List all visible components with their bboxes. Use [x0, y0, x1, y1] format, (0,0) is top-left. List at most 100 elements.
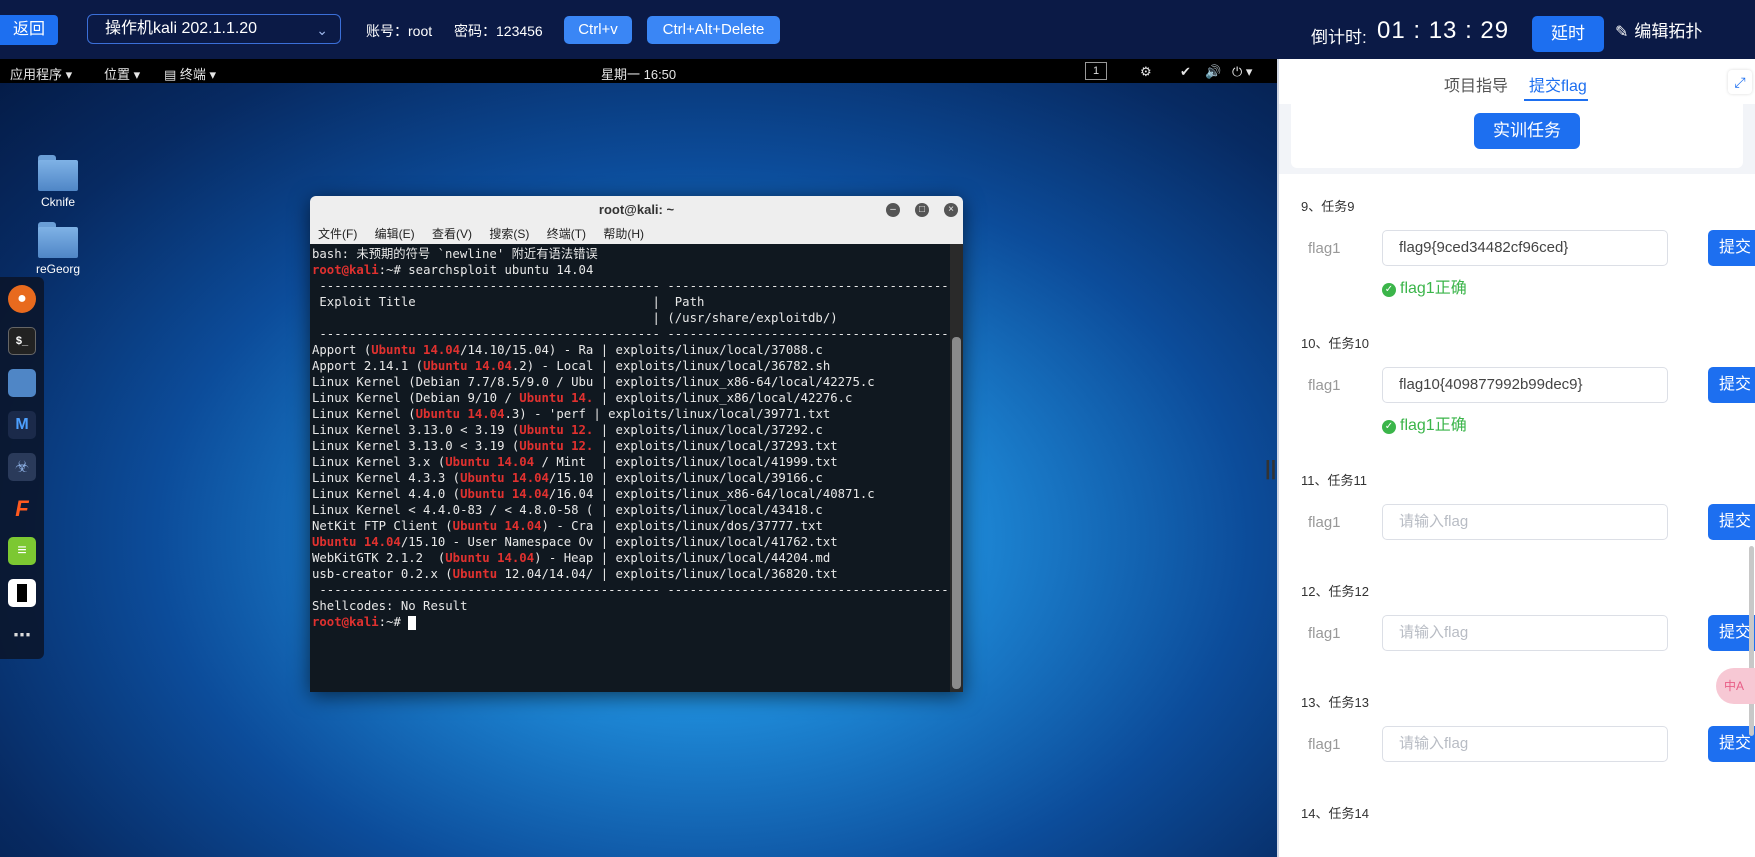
- exploit-row: WebKitGTK 2.1.2 (Ubuntu 14.04) - Heap | …: [312, 551, 831, 565]
- delay-button[interactable]: 延时: [1532, 16, 1604, 52]
- dock: ● $_ M ☣ F ≡ ⋯: [0, 277, 44, 659]
- terminal-menubar: 文件(F) 编辑(E) 查看(V) 搜索(S) 终端(T) 帮助(H): [310, 224, 963, 244]
- back-button[interactable]: 返回: [0, 15, 58, 45]
- submit-button[interactable]: 提交: [1708, 615, 1755, 651]
- flag-label: flag1: [1308, 625, 1341, 642]
- terminal-icon: ▤: [164, 67, 177, 82]
- menu-edit[interactable]: 编辑(E): [375, 227, 415, 241]
- flag-input[interactable]: flag9{9ced34482cf96ced}: [1382, 230, 1668, 266]
- submit-button[interactable]: 提交: [1708, 230, 1755, 266]
- terminal-menu[interactable]: ▤ 终端 ▾: [164, 64, 216, 83]
- flag-label: flag1: [1308, 736, 1341, 753]
- desktop-icon-label: Cknife: [40, 195, 75, 209]
- desktop-icon-cknife[interactable]: Cknife: [28, 155, 88, 209]
- flag-input[interactable]: 请输入flag: [1382, 726, 1668, 762]
- exploit-row: Apport 2.14.1 (Ubuntu 14.04.2) - Local |…: [312, 359, 831, 373]
- terminal-line: Exploit Title | Path: [312, 295, 705, 309]
- terminal-line: ----------------------------------------…: [312, 327, 950, 341]
- terminal-line: bash: 未预期的符号 `newline' 附近有语法错误: [312, 247, 598, 261]
- terminal-output[interactable]: bash: 未预期的符号 `newline' 附近有语法错误 root@kali…: [310, 244, 950, 692]
- submit-button[interactable]: 提交: [1708, 367, 1755, 403]
- kali-top-panel: 应用程序 ▾ 位置 ▾ ▤ 终端 ▾ 星期一 16:50 1 ⚙ ✔ 🔊 ⏻ ▾: [0, 59, 1277, 83]
- desktop-icon-regeorg[interactable]: reGeorg: [28, 222, 88, 276]
- faraday-icon[interactable]: F: [8, 495, 36, 523]
- pencil-icon: ✎: [1615, 24, 1629, 41]
- workspace-indicator[interactable]: 1: [1085, 62, 1107, 80]
- terminal-window[interactable]: root@kali: ~ – □ × 文件(F) 编辑(E) 查看(V) 搜索(…: [310, 196, 963, 692]
- flag-input[interactable]: 请输入flag: [1382, 504, 1668, 540]
- ctrl-v-button[interactable]: Ctrl+v: [564, 16, 632, 44]
- flag-input[interactable]: 请输入flag: [1382, 615, 1668, 651]
- terminal-line: ----------------------------------------…: [312, 279, 950, 293]
- exploit-row: Linux Kernel 3.13.0 < 3.19 (Ubuntu 12. |…: [312, 439, 838, 453]
- terminal-line: Shellcodes: No Result: [312, 599, 468, 613]
- chevron-down-icon: ⌄: [316, 22, 328, 38]
- password-info: 密码：123456: [454, 23, 543, 39]
- show-apps-icon[interactable]: ⋯: [8, 621, 36, 649]
- exploit-row: Linux Kernel 3.13.0 < 3.19 (Ubuntu 12. |…: [312, 423, 823, 437]
- ctrl-alt-delete-button[interactable]: Ctrl+Alt+Delete: [647, 16, 780, 44]
- check-circle-icon: ✓: [1382, 283, 1396, 297]
- right-panel: 项目指导 提交flag ⤢ 实训任务 9、任务9 flag1 flag9{9ce…: [1279, 59, 1755, 857]
- fullscreen-icon[interactable]: ⤢: [1728, 70, 1752, 94]
- panel-scrollbar[interactable]: [1749, 546, 1754, 736]
- task-title: 10、任务10: [1301, 336, 1369, 351]
- notes-icon[interactable]: ≡: [8, 537, 36, 565]
- terminal-scrollbar[interactable]: [950, 244, 963, 692]
- translate-badge[interactable]: 中A: [1716, 668, 1755, 704]
- vm-select[interactable]: 操作机kali 202.1.1.20 ⌄: [87, 14, 341, 44]
- exploit-row: Linux Kernel (Ubuntu 14.04.3) - 'perf | …: [312, 407, 831, 421]
- countdown-label: 倒计时:: [1311, 28, 1367, 47]
- menu-view[interactable]: 查看(V): [432, 227, 472, 241]
- flag-input[interactable]: flag10{409877992b99dec9}: [1382, 367, 1668, 403]
- terminal-app-icon[interactable]: $_: [8, 327, 36, 355]
- check-circle-icon: ✓: [1382, 420, 1396, 434]
- submit-button[interactable]: 提交: [1708, 726, 1755, 762]
- terminal-title: root@kali: ~: [598, 202, 675, 217]
- resize-handle-icon[interactable]: ||: [1265, 458, 1276, 481]
- exploit-row: Linux Kernel (Debian 7.7/8.5/9.0 / Ubu |…: [312, 375, 875, 389]
- menu-search[interactable]: 搜索(S): [489, 227, 529, 241]
- armitage-icon[interactable]: ☣: [8, 453, 36, 481]
- tab-submit-flag[interactable]: 提交flag: [1529, 72, 1587, 96]
- volume-icon[interactable]: 🔊: [1205, 64, 1221, 80]
- flag-status: ✓ flag1正确: [1382, 411, 1467, 435]
- edit-topology-label: 编辑拓扑: [1634, 22, 1703, 41]
- applications-menu[interactable]: 应用程序 ▾: [10, 64, 72, 83]
- places-menu[interactable]: 位置 ▾: [104, 64, 140, 83]
- countdown-value: 01 : 13 : 29: [1377, 17, 1510, 44]
- submit-button[interactable]: 提交: [1708, 504, 1755, 540]
- tools-icon[interactable]: ✔: [1180, 64, 1191, 80]
- terminal-scrollbar-thumb[interactable]: [952, 337, 961, 689]
- menu-help[interactable]: 帮助(H): [603, 227, 644, 241]
- exploit-row: Linux Kernel 4.4.0 (Ubuntu 14.04/16.04 |…: [312, 487, 875, 501]
- metasploit-icon[interactable]: M: [8, 411, 36, 439]
- firefox-icon[interactable]: ●: [8, 285, 36, 313]
- top-bar: 返回 操作机kali 202.1.1.20 ⌄ 账号：root 密码：12345…: [0, 0, 1755, 59]
- flag-label: flag1: [1308, 514, 1341, 531]
- tab-project-guide[interactable]: 项目指导: [1444, 72, 1508, 96]
- clock[interactable]: 星期一 16:50: [601, 64, 676, 83]
- minimize-icon[interactable]: –: [886, 203, 900, 217]
- edit-topology-button[interactable]: ✎ 编辑拓扑: [1615, 17, 1702, 42]
- menu-file[interactable]: 文件(F): [318, 227, 357, 241]
- remote-desktop[interactable]: 应用程序 ▾ 位置 ▾ ▤ 终端 ▾ 星期一 16:50 1 ⚙ ✔ 🔊 ⏻ ▾…: [0, 59, 1277, 857]
- active-tab-indicator: [1524, 99, 1588, 101]
- menu-terminal[interactable]: 终端(T): [547, 227, 586, 241]
- training-task-button[interactable]: 实训任务: [1474, 113, 1580, 149]
- network-icon[interactable]: ⚙: [1140, 64, 1152, 80]
- close-icon[interactable]: ×: [944, 203, 958, 217]
- exploit-row: Linux Kernel 4.3.3 (Ubuntu 14.04/15.10 |…: [312, 471, 823, 485]
- terminal-line: root@kali:~#: [312, 614, 948, 630]
- task-title: 11、任务11: [1301, 473, 1367, 488]
- panel-tabs: 项目指导 提交flag ⤢: [1279, 59, 1755, 104]
- task-title: 9、任务9: [1301, 199, 1355, 214]
- maximize-icon[interactable]: □: [915, 203, 929, 217]
- exploit-row: Linux Kernel < 4.4.0-83 / < 4.8.0-58 ( |…: [312, 503, 823, 517]
- power-icon[interactable]: ⏻ ▾: [1232, 64, 1252, 80]
- exploit-row: Linux Kernel (Debian 9/10 / Ubuntu 14. |…: [312, 391, 853, 405]
- screenshot-icon[interactable]: [8, 579, 36, 607]
- terminal-line: ----------------------------------------…: [312, 583, 950, 597]
- files-icon[interactable]: [8, 369, 36, 397]
- exploit-row: Ubuntu 14.04/15.10 - User Namespace Ov |…: [312, 535, 838, 549]
